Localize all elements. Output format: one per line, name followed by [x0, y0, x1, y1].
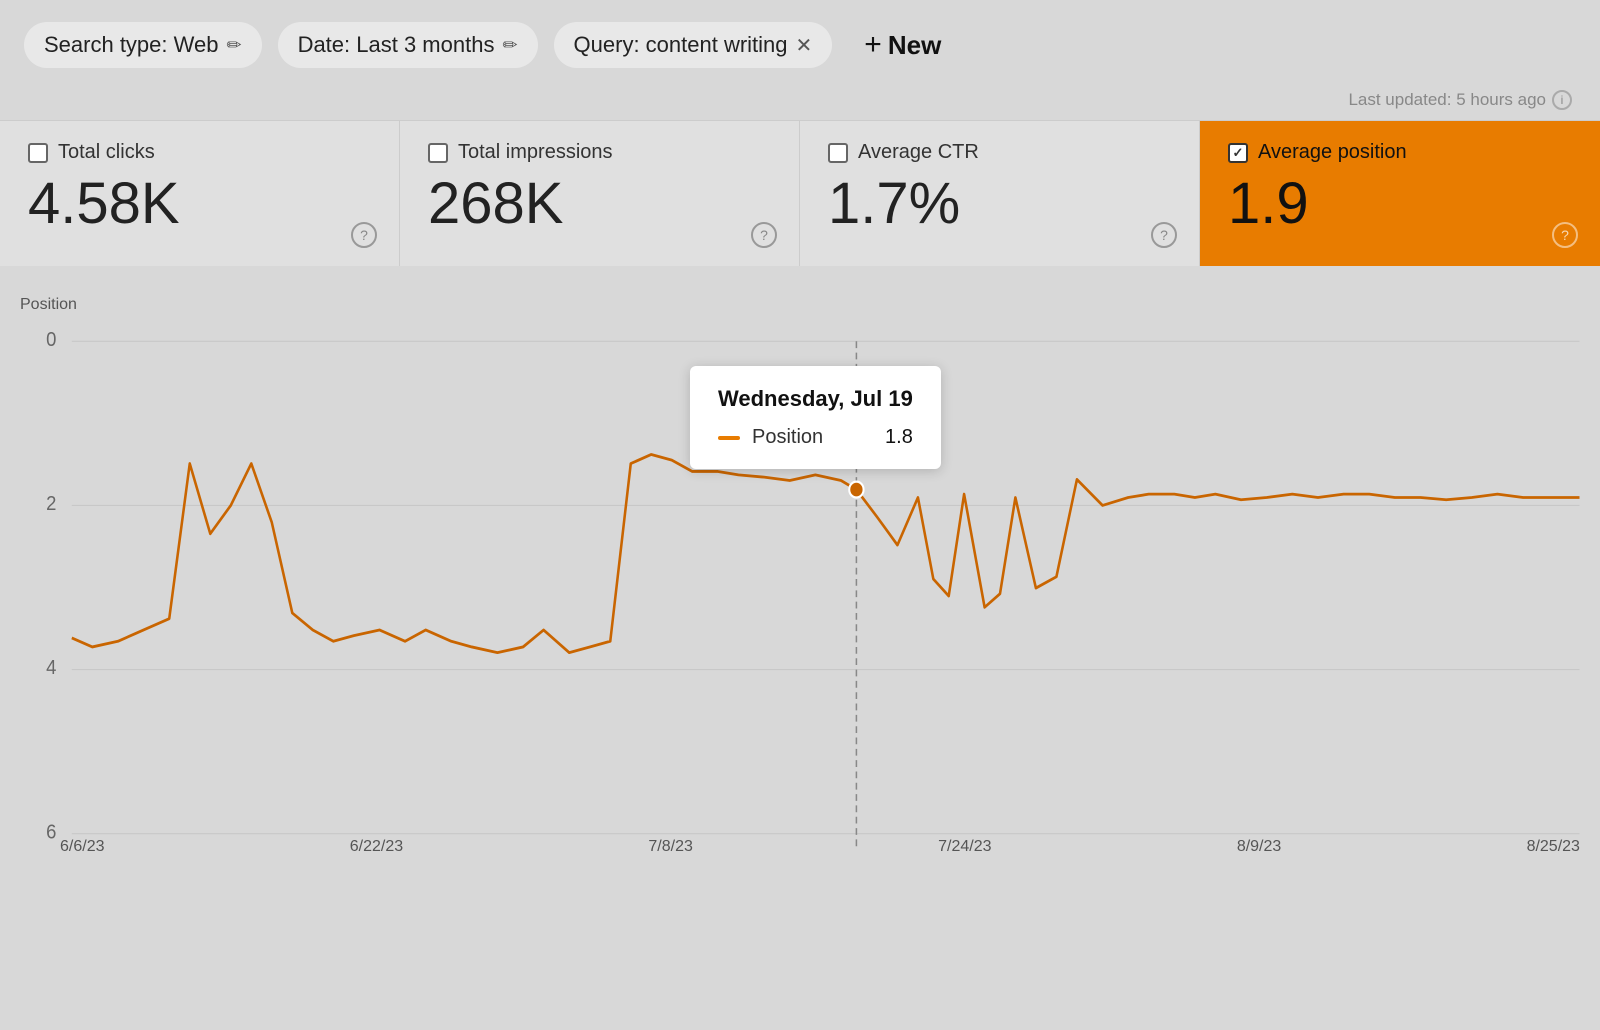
- x-label-2: 6/22/23: [350, 838, 403, 856]
- search-type-edit-icon: ✏: [226, 35, 241, 56]
- query-label: Query: content writing: [574, 32, 788, 58]
- date-edit-icon: ✏: [502, 35, 517, 56]
- metric-value-ctr: 1.7%: [828, 172, 1171, 236]
- metric-card-average-position[interactable]: Average position 1.9 ?: [1200, 121, 1600, 266]
- chart-tooltip: Wednesday, Jul 19 Position 1.8: [690, 366, 941, 469]
- tooltip-row: Position 1.8: [718, 426, 913, 449]
- svg-text:2: 2: [46, 492, 56, 515]
- svg-text:4: 4: [46, 656, 56, 679]
- x-label-5: 8/9/23: [1237, 838, 1281, 856]
- metric-card-header-clicks: Total clicks: [28, 141, 371, 164]
- metric-value-position: 1.9: [1228, 172, 1572, 236]
- metric-value-clicks: 4.58K: [28, 172, 371, 236]
- metric-help-clicks[interactable]: ?: [351, 222, 377, 248]
- metric-card-header-position: Average position: [1228, 141, 1572, 164]
- last-updated-bar: Last updated: 5 hours ago i: [0, 90, 1600, 120]
- query-close-icon: ✕: [796, 33, 813, 58]
- checkbox-total-clicks[interactable]: [28, 143, 48, 163]
- search-type-label: Search type: Web: [44, 32, 218, 58]
- chart-x-labels: 6/6/23 6/22/23 7/8/23 7/24/23 8/9/23 8/2…: [60, 838, 1580, 856]
- search-type-filter[interactable]: Search type: Web ✏: [24, 22, 262, 68]
- metric-label-clicks: Total clicks: [58, 141, 155, 164]
- query-filter[interactable]: Query: content writing ✕: [554, 22, 833, 68]
- metric-label-position: Average position: [1258, 141, 1407, 164]
- tooltip-metric-label: Position: [752, 426, 873, 449]
- last-updated-info-icon[interactable]: i: [1552, 90, 1572, 110]
- metric-help-ctr[interactable]: ?: [1151, 222, 1177, 248]
- metric-card-header-impressions: Total impressions: [428, 141, 771, 164]
- metric-card-header-ctr: Average CTR: [828, 141, 1171, 164]
- filter-bar: Search type: Web ✏ Date: Last 3 months ✏…: [0, 0, 1600, 90]
- metric-label-ctr: Average CTR: [858, 141, 979, 164]
- date-label: Date: Last 3 months: [298, 32, 495, 58]
- metric-value-impressions: 268K: [428, 172, 771, 236]
- metric-card-total-clicks[interactable]: Total clicks 4.58K ?: [0, 121, 400, 266]
- metric-card-total-impressions[interactable]: Total impressions 268K ?: [400, 121, 800, 266]
- checkbox-average-position[interactable]: [1228, 143, 1248, 163]
- svg-text:0: 0: [46, 328, 56, 351]
- checkbox-total-impressions[interactable]: [428, 143, 448, 163]
- plus-icon: +: [864, 28, 882, 62]
- metric-help-impressions[interactable]: ?: [751, 222, 777, 248]
- tooltip-metric-value: 1.8: [885, 426, 913, 449]
- x-label-6: 8/25/23: [1527, 838, 1580, 856]
- checkbox-average-ctr[interactable]: [828, 143, 848, 163]
- new-label: New: [888, 30, 941, 61]
- new-button[interactable]: + New: [848, 18, 957, 72]
- svg-text:6: 6: [46, 820, 56, 843]
- date-filter[interactable]: Date: Last 3 months ✏: [278, 22, 538, 68]
- metric-help-position[interactable]: ?: [1552, 222, 1578, 248]
- chart-area: Position 0 2 4 6 6/6/23 6/22/23 7/8/23 7…: [0, 266, 1600, 866]
- x-label-3: 7/8/23: [648, 838, 692, 856]
- x-label-4: 7/24/23: [938, 838, 991, 856]
- tooltip-date: Wednesday, Jul 19: [718, 386, 913, 412]
- tooltip-line-indicator: [718, 436, 740, 440]
- metric-card-average-ctr[interactable]: Average CTR 1.7% ?: [800, 121, 1200, 266]
- x-label-1: 6/6/23: [60, 838, 104, 856]
- last-updated-text: Last updated: 5 hours ago: [1348, 90, 1546, 110]
- metric-cards: Total clicks 4.58K ? Total impressions 2…: [0, 120, 1600, 266]
- metric-label-impressions: Total impressions: [458, 141, 613, 164]
